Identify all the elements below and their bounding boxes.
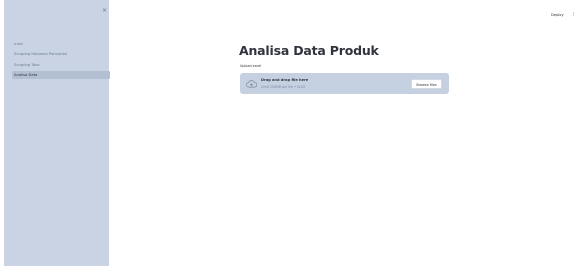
close-sidebar-icon[interactable]: × <box>102 8 107 14</box>
sidebar-nav: main Scraping Halaman Pencarian Scraping… <box>12 40 110 81</box>
page-title: Analisa Data Produk <box>239 43 379 58</box>
sidebar-item-scraping-halaman-pencarian[interactable]: Scraping Halaman Pencarian <box>12 50 110 58</box>
sidebar-item-scraping-toko[interactable]: Scraping Toko <box>12 61 110 69</box>
deploy-button[interactable]: Deploy <box>551 13 564 17</box>
main-menu-icon[interactable]: ⋮ <box>571 12 575 17</box>
dropzone-instruction: Drag and drop file here <box>261 78 309 82</box>
sidebar-item-analisa-data[interactable]: Analisa Data <box>12 70 110 79</box>
cloud-upload-icon <box>246 79 257 87</box>
file-dropzone[interactable]: Drag and drop file here Limit 200MB per … <box>240 73 449 94</box>
upload-label: Upload excel <box>240 64 262 68</box>
sidebar: × main Scraping Halaman Pencarian Scrapi… <box>4 0 110 266</box>
sidebar-item-main[interactable]: main <box>12 40 110 48</box>
dropzone-limit-text: Limit 200MB per file • XLSX <box>261 84 306 89</box>
browse-files-button[interactable]: Browse files <box>411 78 442 89</box>
